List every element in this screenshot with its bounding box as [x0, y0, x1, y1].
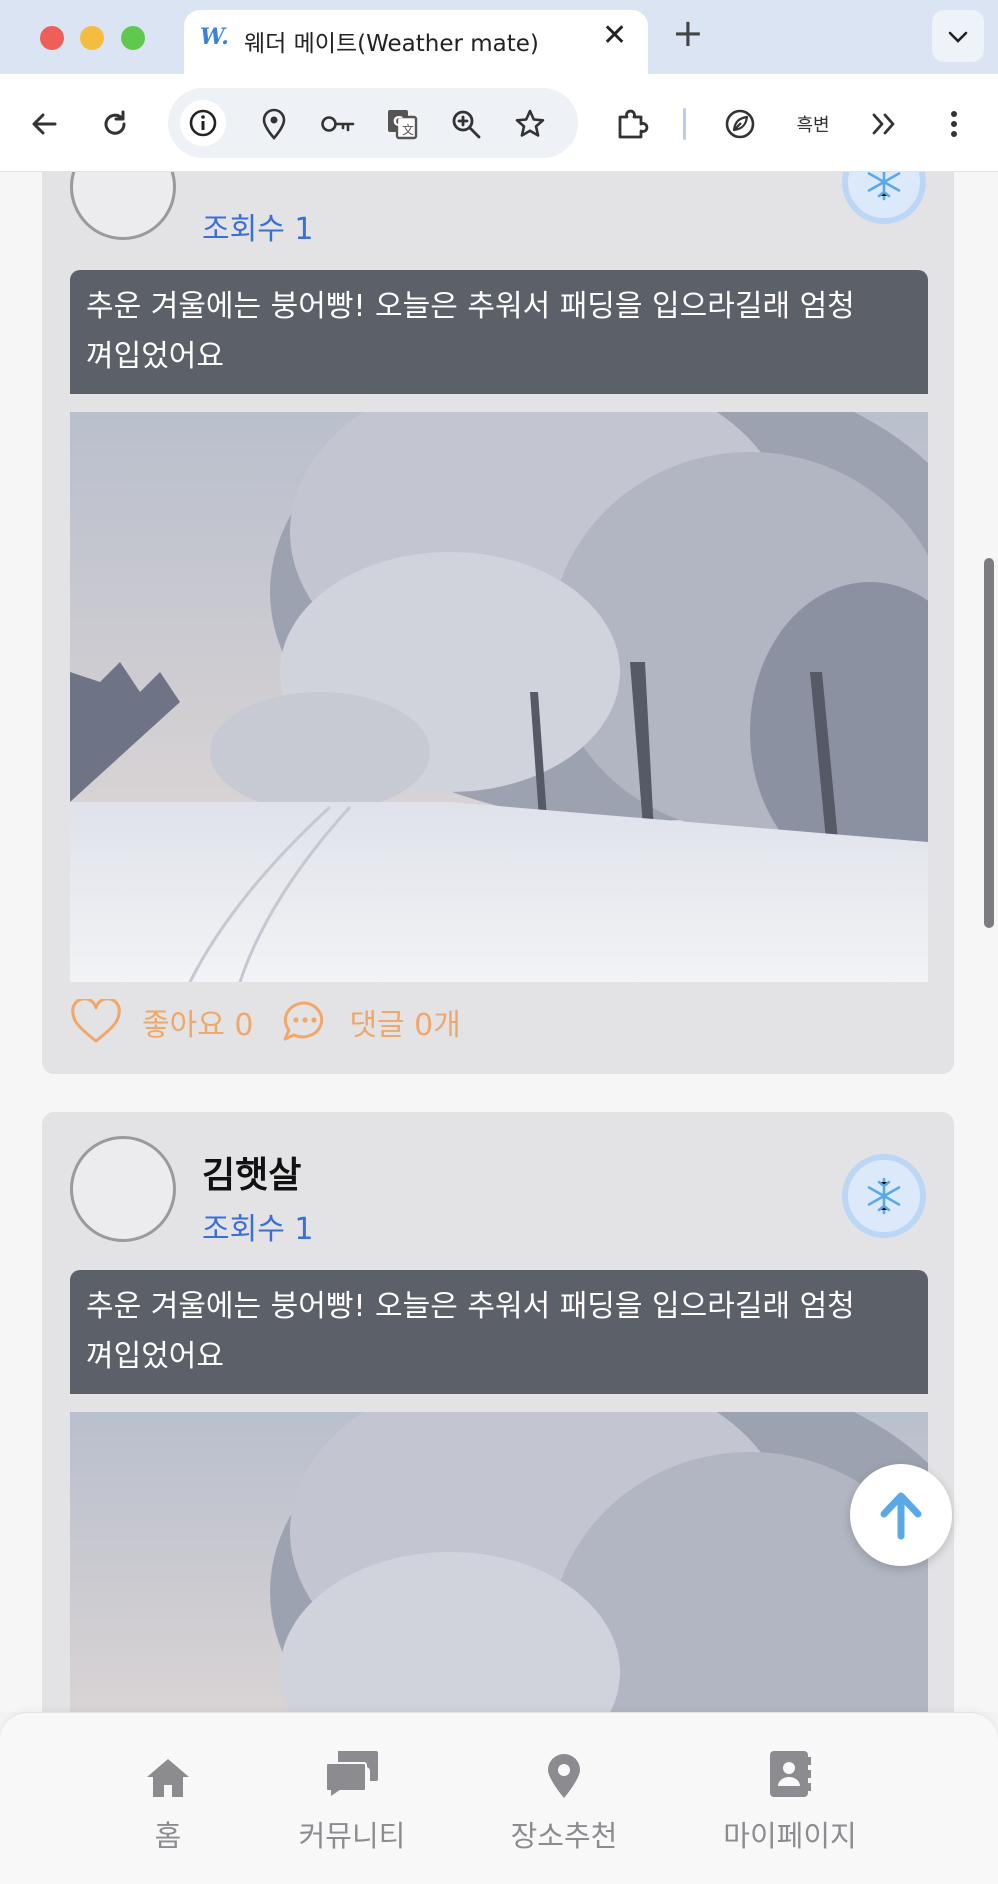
reload-button[interactable]: [93, 102, 137, 146]
browser-menu-button[interactable]: [932, 102, 976, 146]
feed[interactable]: 조회수 1 추운 겨울에는 붕어빵! 오늘은 추워서 패딩을 입으라길래 엄청 …: [0, 172, 998, 1712]
post-caption: 추운 겨울에는 붕어빵! 오늘은 추워서 패딩을 입으라길래 엄청 껴입었어요: [70, 270, 928, 394]
toolbar-divider: [683, 108, 686, 140]
post-actions: 좋아요 0 댓글 0개: [70, 992, 489, 1052]
avatar[interactable]: [70, 1136, 176, 1242]
snowy-trees-photo: [70, 412, 928, 982]
post-card: 조회수 1 추운 겨울에는 붕어빵! 오늘은 추워서 패딩을 입으라길래 엄청 …: [42, 172, 954, 1074]
snowflake-icon: [867, 172, 901, 201]
zoom-button[interactable]: [444, 102, 488, 146]
location-permission-button[interactable]: [252, 102, 296, 146]
scroll-to-top-button[interactable]: [850, 1464, 952, 1566]
maximize-window-button[interactable]: [121, 26, 145, 50]
browser-tab-strip: W. 웨더 메이트(Weather mate) ✕ +: [0, 0, 998, 74]
weather-badge: [842, 1154, 926, 1238]
view-count: 조회수 1: [202, 212, 314, 247]
heart-icon[interactable]: [70, 999, 122, 1045]
arrow-left-icon: [32, 113, 57, 135]
reload-icon: [104, 110, 126, 135]
double-chevron-right-icon: [872, 113, 895, 135]
chevron-down-icon: [948, 31, 968, 43]
location-pin-icon: [262, 108, 286, 140]
extension-button-1[interactable]: [718, 102, 762, 146]
post-caption: 추운 겨울에는 붕어빵! 오늘은 추워서 패딩을 입으라길래 엄청 껴입었어요: [70, 1270, 928, 1394]
minimize-window-button[interactable]: [80, 26, 104, 50]
post-photo[interactable]: [70, 1412, 928, 1712]
map-pin-icon: [548, 1754, 580, 1798]
key-icon: [321, 116, 355, 132]
tab-search-button[interactable]: [932, 10, 984, 62]
zoom-in-icon: [452, 110, 481, 139]
comment-count[interactable]: 댓글 0개: [349, 1000, 460, 1044]
snowflake-icon: [867, 1177, 901, 1215]
nav-label-places: 장소추천: [510, 1819, 618, 1853]
favicon-icon: W.: [200, 24, 229, 50]
tab-title: 웨더 메이트(Weather mate): [244, 31, 539, 57]
nav-label-home: 홈: [154, 1819, 182, 1853]
leaf-icon: [725, 109, 755, 139]
address-bar[interactable]: G文: [168, 88, 578, 158]
svg-text:文: 文: [402, 122, 414, 137]
browser-toolbar: G文 흑변: [0, 74, 998, 172]
browser-tab[interactable]: W. 웨더 메이트(Weather mate) ✕: [184, 10, 648, 74]
nav-item-home[interactable]: 홈: [88, 1743, 248, 1855]
page-scrollbar[interactable]: [984, 558, 994, 928]
nav-label-community: 커뮤니티: [298, 1819, 406, 1853]
translate-icon: G文: [388, 110, 418, 140]
home-icon: [147, 1759, 189, 1797]
snowy-trees-photo: [70, 1412, 928, 1712]
nav-item-mypage[interactable]: 마이페이지: [710, 1743, 870, 1855]
close-window-button[interactable]: [40, 26, 64, 50]
info-icon: [189, 109, 217, 137]
view-count: 조회수 1: [202, 1212, 314, 1247]
more-extensions-button[interactable]: [862, 102, 906, 146]
contact-book-icon: [770, 1751, 811, 1797]
tab-close-button[interactable]: ✕: [602, 18, 627, 53]
avatar[interactable]: [70, 172, 176, 240]
nav-label-mypage: 마이페이지: [723, 1819, 857, 1853]
new-tab-button[interactable]: +: [672, 14, 704, 52]
post-author: 김햇살: [202, 1155, 302, 1196]
post-card: 김햇살 조회수 1 추운 겨울에는 붕어빵! 오늘은 추워서 패딩을 입으라길래…: [42, 1112, 954, 1712]
arrow-up-icon: [880, 1492, 922, 1540]
comment-icon[interactable]: [281, 999, 329, 1045]
translate-button[interactable]: G文: [380, 102, 424, 146]
extension-button-2[interactable]: 흑변: [790, 102, 836, 146]
puzzle-icon: [618, 109, 649, 139]
bookmark-button[interactable]: [508, 102, 552, 146]
like-count[interactable]: 좋아요 0: [142, 1000, 253, 1044]
weather-badge: [842, 172, 926, 224]
kebab-menu-icon: [951, 111, 957, 137]
site-info-button[interactable]: [180, 100, 226, 146]
bottom-navigation: 홈 커뮤니티 장소추천 마이페이지: [0, 1712, 998, 1884]
star-icon: [515, 109, 545, 137]
nav-item-places[interactable]: 장소추천: [484, 1743, 644, 1855]
chat-bubbles-icon: [325, 1751, 378, 1799]
extensions-button[interactable]: [610, 102, 654, 146]
password-button[interactable]: [316, 102, 360, 146]
back-button[interactable]: [22, 102, 66, 146]
post-photo[interactable]: [70, 412, 928, 982]
nav-item-community[interactable]: 커뮤니티: [272, 1743, 432, 1855]
